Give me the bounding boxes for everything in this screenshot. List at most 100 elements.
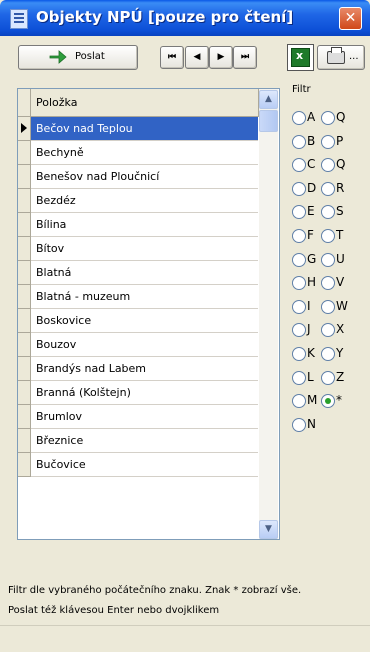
- list-item-cell[interactable]: Boskovice: [31, 309, 258, 333]
- row-selector[interactable]: [18, 285, 31, 309]
- list-item[interactable]: Brandýs nad Labem: [18, 357, 258, 381]
- radio-dot[interactable]: [292, 418, 306, 432]
- radio-dot[interactable]: [292, 323, 306, 337]
- filter-radio-n[interactable]: N: [292, 416, 352, 434]
- row-selector[interactable]: [18, 429, 31, 453]
- radio-dot[interactable]: [321, 135, 335, 149]
- list-item-cell[interactable]: Benešov nad Ploučnicí: [31, 165, 258, 189]
- scroll-thumb[interactable]: [259, 110, 278, 132]
- list-item[interactable]: Bečov nad Teplou: [18, 117, 258, 141]
- list-item-cell[interactable]: Branná (Kolštejn): [31, 381, 258, 405]
- list-item-cell[interactable]: Bučovice: [31, 453, 258, 477]
- close-button[interactable]: ✕: [339, 7, 362, 30]
- radio-dot[interactable]: [292, 205, 306, 219]
- filter-radio-z[interactable]: Z: [321, 369, 370, 387]
- filter-radio-s[interactable]: S: [321, 203, 370, 221]
- radio-dot[interactable]: [321, 371, 335, 385]
- filter-radio-all[interactable]: *: [321, 392, 370, 410]
- radio-dot[interactable]: [292, 158, 306, 172]
- list-item-cell[interactable]: Bezdéz: [31, 189, 258, 213]
- radio-dot[interactable]: [321, 347, 335, 361]
- radio-dot[interactable]: [292, 253, 306, 267]
- list-item[interactable]: Bučovice: [18, 453, 258, 477]
- row-selector[interactable]: [18, 165, 31, 189]
- radio-dot[interactable]: [292, 394, 306, 408]
- radio-dot[interactable]: [292, 347, 306, 361]
- radio-dot[interactable]: [321, 111, 335, 125]
- filter-radio-u[interactable]: U: [321, 251, 370, 269]
- send-button[interactable]: Poslat: [18, 45, 138, 70]
- prev-record-button[interactable]: ◀: [185, 46, 209, 69]
- list-item[interactable]: Blatná: [18, 261, 258, 285]
- list-item[interactable]: Březnice: [18, 429, 258, 453]
- row-selector[interactable]: [18, 405, 31, 429]
- scroll-down-button[interactable]: ▼: [259, 520, 278, 539]
- radio-dot[interactable]: [321, 276, 335, 290]
- filter-radio-q2[interactable]: Q: [321, 156, 370, 174]
- radio-dot[interactable]: [321, 323, 335, 337]
- list-item[interactable]: Brumlov: [18, 405, 258, 429]
- list-item[interactable]: Boskovice: [18, 309, 258, 333]
- list-item[interactable]: Blatná - muzeum: [18, 285, 258, 309]
- row-selector[interactable]: [18, 141, 31, 165]
- list-item-cell[interactable]: Blatná - muzeum: [31, 285, 258, 309]
- row-selector[interactable]: [18, 117, 31, 141]
- row-selector[interactable]: [18, 261, 31, 285]
- row-selector[interactable]: [18, 237, 31, 261]
- row-selector[interactable]: [18, 309, 31, 333]
- last-record-button[interactable]: ⏭: [233, 46, 257, 69]
- filter-radio-r[interactable]: R: [321, 180, 370, 198]
- first-record-button[interactable]: ⏮: [160, 46, 184, 69]
- filter-radio-p[interactable]: P: [321, 133, 370, 151]
- radio-dot[interactable]: [321, 158, 335, 172]
- next-record-button[interactable]: ▶: [209, 46, 233, 69]
- list-item[interactable]: Bítov: [18, 237, 258, 261]
- filter-radio-t[interactable]: T: [321, 227, 370, 245]
- row-selector[interactable]: [18, 189, 31, 213]
- list-item-cell[interactable]: Bechyně: [31, 141, 258, 165]
- row-selector[interactable]: [18, 357, 31, 381]
- radio-dot[interactable]: [321, 229, 335, 243]
- radio-dot[interactable]: [292, 135, 306, 149]
- filter-radio-x[interactable]: X: [321, 321, 370, 339]
- radio-dot[interactable]: [321, 205, 335, 219]
- scroll-up-button[interactable]: ▲: [259, 90, 278, 109]
- filter-radio-v[interactable]: V: [321, 274, 370, 292]
- list-item-cell[interactable]: Březnice: [31, 429, 258, 453]
- print-button[interactable]: ...: [317, 45, 365, 70]
- list-item-cell[interactable]: Brandýs nad Labem: [31, 357, 258, 381]
- list-item-cell[interactable]: Bílina: [31, 213, 258, 237]
- row-selector[interactable]: [18, 213, 31, 237]
- filter-radio-w[interactable]: W: [321, 298, 370, 316]
- filter-radio-q[interactable]: Q: [321, 109, 370, 127]
- radio-dot[interactable]: [292, 111, 306, 125]
- radio-dot[interactable]: [292, 182, 306, 196]
- radio-dot[interactable]: [292, 276, 306, 290]
- objects-list[interactable]: Položka Bečov nad Teplou Bechyně Benešov…: [17, 88, 280, 540]
- list-item[interactable]: Benešov nad Ploučnicí: [18, 165, 258, 189]
- column-header-polozka[interactable]: Položka: [31, 89, 259, 117]
- radio-dot[interactable]: [321, 394, 335, 408]
- list-item[interactable]: Bezdéz: [18, 189, 258, 213]
- radio-dot[interactable]: [321, 253, 335, 267]
- list-item[interactable]: Bouzov: [18, 333, 258, 357]
- vertical-scrollbar[interactable]: ▲ ▼: [259, 89, 278, 539]
- row-selector[interactable]: [18, 381, 31, 405]
- list-item-cell[interactable]: Blatná: [31, 261, 258, 285]
- list-item-cell[interactable]: Bítov: [31, 237, 258, 261]
- row-selector[interactable]: [18, 333, 31, 357]
- filter-radio-y[interactable]: Y: [321, 345, 370, 363]
- list-item-cell[interactable]: Brumlov: [31, 405, 258, 429]
- radio-dot[interactable]: [292, 229, 306, 243]
- radio-dot[interactable]: [292, 300, 306, 314]
- list-item-cell[interactable]: Bouzov: [31, 333, 258, 357]
- radio-dot[interactable]: [321, 182, 335, 196]
- list-item[interactable]: Bílina: [18, 213, 258, 237]
- row-selector[interactable]: [18, 453, 31, 477]
- radio-dot[interactable]: [292, 371, 306, 385]
- title-bar[interactable]: Objekty NPÚ [pouze pro čtení] ✕: [0, 0, 370, 36]
- list-item[interactable]: Branná (Kolštejn): [18, 381, 258, 405]
- list-item-cell[interactable]: Bečov nad Teplou: [31, 117, 258, 141]
- radio-dot[interactable]: [321, 300, 335, 314]
- list-item[interactable]: Bechyně: [18, 141, 258, 165]
